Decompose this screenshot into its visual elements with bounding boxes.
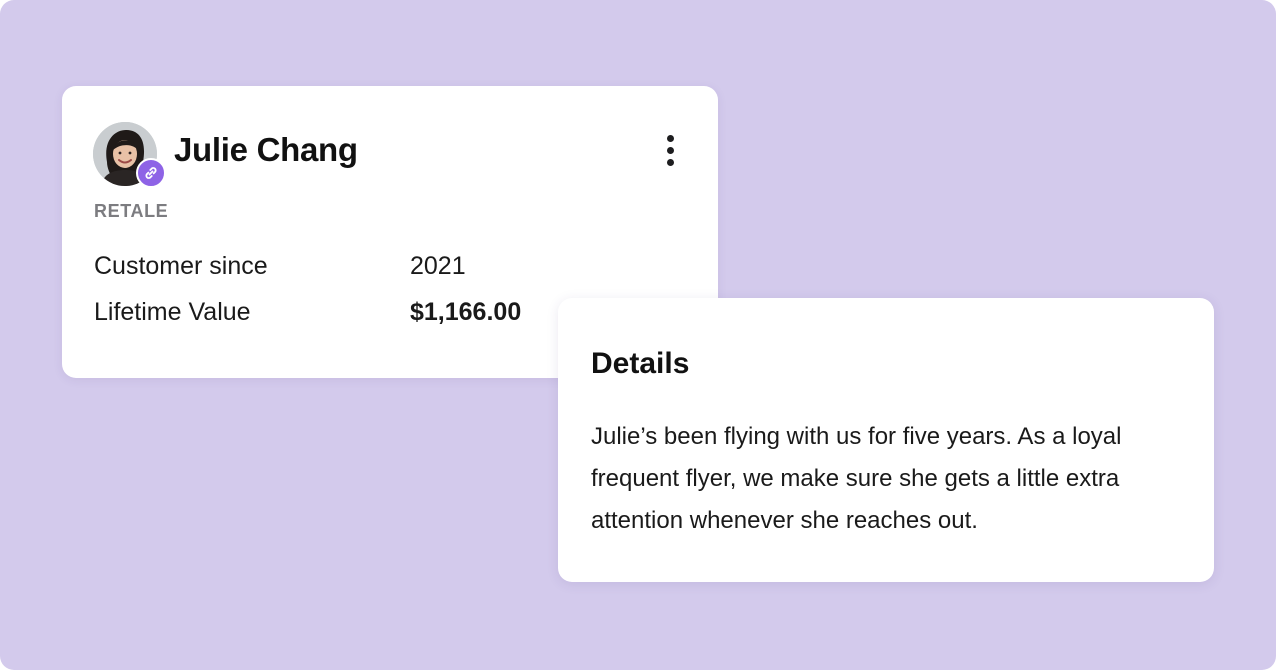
details-body: Julie’s been flying with us for five yea… [591,423,1122,534]
customer-segment: RETALE [94,201,169,221]
info-value: 2021 [410,252,466,280]
info-label: Lifetime Value [94,298,251,326]
canvas-background: Julie Chang RETALE Customer since 2021 L… [0,0,1276,670]
info-label: Customer since [94,252,268,280]
link-icon [145,167,157,179]
avatar-group[interactable] [93,122,166,188]
more-options-dot [666,146,674,154]
more-options-dot [666,158,674,166]
more-options-button[interactable] [656,130,684,170]
customer-name: Julie Chang [174,131,358,168]
details-card: Details Julie’s been flying with us for … [558,298,1214,582]
details-title: Details [591,347,690,380]
info-value: $1,166.00 [410,298,522,326]
more-options-icon [666,134,674,142]
link-badge[interactable] [136,158,166,188]
info-row-customer-since: Customer since 2021 [94,250,654,282]
